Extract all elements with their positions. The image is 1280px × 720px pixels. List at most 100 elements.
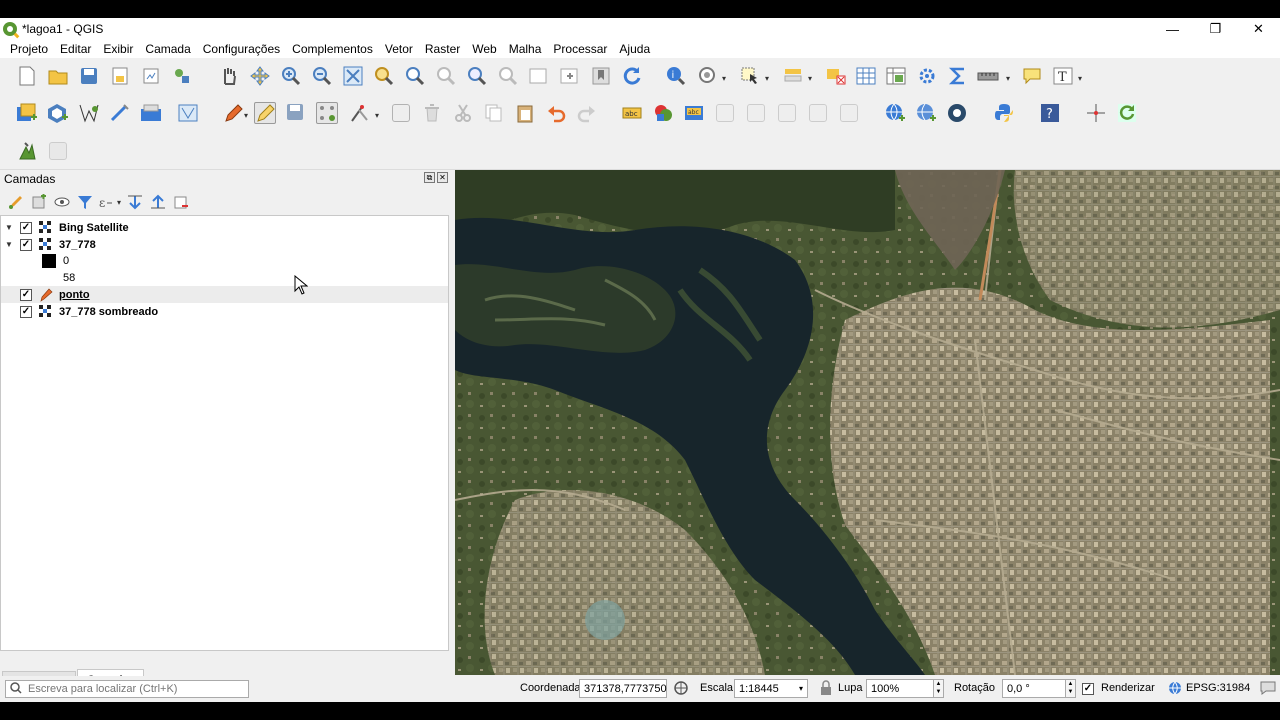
toggle-extents-icon[interactable] — [673, 680, 689, 699]
add-wfs-layer-icon[interactable] — [915, 102, 937, 124]
magnifier-spin-arrows[interactable]: ▲ ▼ — [934, 679, 944, 698]
coordinate-capture-icon[interactable] — [1085, 102, 1107, 124]
menu-vetor[interactable]: Vetor — [379, 42, 419, 56]
change-label-icon[interactable] — [838, 102, 860, 124]
menu-configuracoes[interactable]: Configurações — [197, 42, 286, 56]
layer-visibility-checkbox[interactable]: ✓ — [20, 238, 32, 251]
help-icon[interactable]: ? — [1039, 102, 1061, 124]
modify-attributes-icon[interactable] — [390, 102, 412, 124]
menu-web[interactable]: Web — [466, 42, 502, 56]
label-abc-icon[interactable]: abc — [621, 102, 643, 124]
coordinate-field[interactable]: 371378,7773750 — [579, 679, 667, 698]
rotate-label-icon[interactable] — [807, 102, 829, 124]
add-wms-layer-icon[interactable] — [884, 102, 906, 124]
diagram-options-icon[interactable] — [652, 102, 674, 124]
copy-features-icon[interactable] — [483, 102, 505, 124]
pan-hand-icon[interactable] — [218, 65, 240, 87]
menu-processar[interactable]: Processar — [547, 42, 613, 56]
processing-toolbox-icon[interactable] — [916, 65, 938, 87]
locator-input[interactable] — [28, 683, 238, 695]
digitize-point-icon[interactable] — [316, 102, 338, 124]
magnifier-spinbox[interactable]: 100% — [866, 679, 934, 698]
zoom-out-icon[interactable] — [311, 65, 333, 87]
redo-icon[interactable] — [576, 102, 598, 124]
select-features-icon[interactable] — [739, 65, 761, 87]
save-project-icon[interactable] — [78, 65, 100, 87]
menu-complementos[interactable]: Complementos — [286, 42, 379, 56]
layer-labeling-icon[interactable]: abc — [683, 102, 705, 124]
float-panel-button[interactable]: ⧉ — [424, 172, 435, 183]
map-tips-icon[interactable] — [1021, 65, 1043, 87]
delete-selected-icon[interactable] — [421, 102, 443, 124]
open-field-calc-icon[interactable] — [697, 65, 719, 87]
zoom-full-icon[interactable] — [342, 65, 364, 87]
layer-row-ponto[interactable]: ✓ ponto — [1, 286, 448, 303]
statistics-sigma-icon[interactable] — [947, 65, 969, 87]
expand-arrow-icon[interactable]: ▼ — [5, 223, 15, 232]
rotation-spinbox[interactable]: 0,0 ° — [1002, 679, 1066, 698]
crs-globe-icon[interactable] — [1168, 681, 1182, 698]
layer-row-bing-satellite[interactable]: ▼ ✓ Bing Satellite — [1, 219, 448, 236]
remove-layer-icon[interactable] — [171, 193, 190, 211]
menu-camada[interactable]: Camada — [139, 42, 196, 56]
menu-ajuda[interactable]: Ajuda — [613, 42, 656, 56]
zoom-to-layer-icon[interactable] — [404, 65, 426, 87]
text-annotation-icon[interactable]: T — [1052, 65, 1074, 87]
layer-style-icon[interactable] — [6, 193, 25, 211]
data-source-manager-icon[interactable] — [16, 102, 38, 124]
cut-features-icon[interactable] — [452, 102, 474, 124]
print-layout-icon[interactable] — [140, 65, 162, 87]
menu-malha[interactable]: Malha — [503, 42, 548, 56]
collapse-all-icon[interactable] — [148, 193, 167, 211]
save-as-icon[interactable] — [109, 65, 131, 87]
close-button[interactable]: ✕ — [1237, 18, 1280, 40]
field-calculator-icon[interactable] — [885, 65, 907, 87]
zoom-in-icon[interactable] — [280, 65, 302, 87]
layer-visibility-checkbox[interactable]: ✓ — [20, 221, 32, 234]
attribute-table-icon[interactable] — [855, 65, 877, 87]
style-manager-icon[interactable] — [171, 65, 193, 87]
manage-visibility-icon[interactable] — [52, 193, 71, 211]
show-hide-labels-icon[interactable] — [745, 102, 767, 124]
layer-visibility-checkbox[interactable]: ✓ — [20, 288, 32, 301]
filter-expression-icon[interactable]: ε — [98, 193, 117, 211]
deselect-icon[interactable] — [825, 65, 847, 87]
zoom-last-icon[interactable] — [466, 65, 488, 87]
select-by-value-icon[interactable] — [782, 65, 804, 87]
new-map-view-icon[interactable] — [528, 65, 550, 87]
georeferencer-icon[interactable] — [16, 140, 38, 162]
vertex-tool-icon[interactable] — [350, 102, 372, 124]
layer-visibility-checkbox[interactable]: ✓ — [20, 305, 32, 318]
measure-ruler-icon[interactable] — [977, 65, 999, 87]
restore-button[interactable]: ❐ — [1194, 18, 1237, 40]
new-temp-layer-icon[interactable] — [109, 102, 131, 124]
plugin-reloader-icon[interactable] — [1116, 102, 1138, 124]
expand-all-icon[interactable] — [125, 193, 144, 211]
filter-legend-icon[interactable] — [75, 193, 94, 211]
paste-features-icon[interactable] — [514, 102, 536, 124]
python-console-icon[interactable] — [993, 102, 1015, 124]
layer-row-37-778-sombreado[interactable]: ✓ 37_778 sombreado — [1, 303, 448, 320]
pan-to-selection-icon[interactable] — [249, 65, 271, 87]
menu-editar[interactable]: Editar — [54, 42, 97, 56]
close-panel-button[interactable]: ✕ — [437, 172, 448, 183]
rotation-spin-arrows[interactable]: ▲ ▼ — [1066, 679, 1076, 698]
new-virtual-layer-icon[interactable] — [140, 102, 162, 124]
menu-projeto[interactable]: Projeto — [4, 42, 54, 56]
minimize-button[interactable]: — — [1151, 18, 1194, 40]
add-vector-tile-icon[interactable] — [946, 102, 968, 124]
new-mesh-layer-icon[interactable] — [178, 102, 200, 124]
new-shapefile-icon[interactable] — [78, 102, 100, 124]
zoom-to-selection-icon[interactable] — [373, 65, 395, 87]
menu-raster[interactable]: Raster — [419, 42, 466, 56]
crs-label[interactable]: EPSG:31984 — [1186, 682, 1250, 694]
current-edits-icon[interactable] — [223, 102, 245, 124]
expand-arrow-icon[interactable]: ▼ — [5, 240, 15, 249]
messages-icon[interactable] — [1260, 680, 1276, 699]
bookmark-icon[interactable] — [590, 65, 612, 87]
new-geopackage-icon[interactable] — [47, 102, 69, 124]
scale-combobox[interactable]: 1:18445 ▾ — [734, 679, 808, 698]
map-canvas[interactable] — [455, 170, 1280, 675]
zoom-next-icon[interactable] — [497, 65, 519, 87]
new-project-icon[interactable] — [16, 65, 38, 87]
